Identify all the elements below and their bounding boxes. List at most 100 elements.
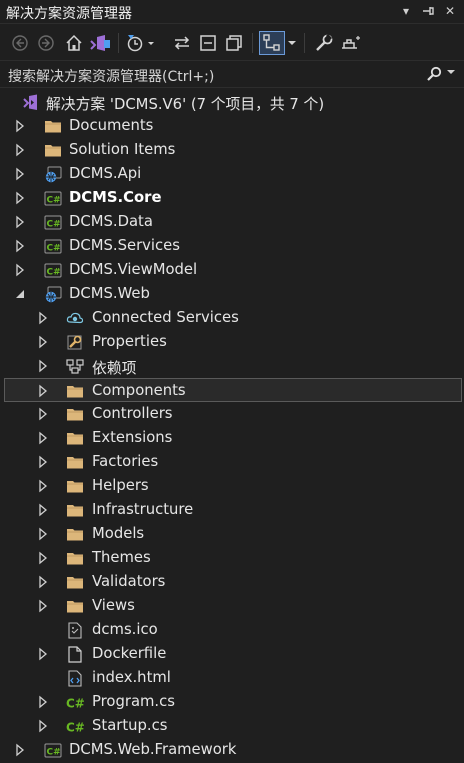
collapsed-arrow-icon[interactable] bbox=[37, 647, 49, 661]
tree-row-dcms-ico[interactable]: dcms.ico bbox=[0, 618, 464, 642]
svg-text:C#: C# bbox=[66, 697, 85, 711]
settings-icon[interactable] bbox=[338, 31, 364, 55]
tree-item-label: Dockerfile bbox=[92, 645, 167, 662]
search-icon[interactable] bbox=[426, 66, 442, 82]
collapsed-arrow-icon[interactable] bbox=[14, 263, 26, 277]
tree-row-dcms-services[interactable]: C# DCMS.Services bbox=[0, 234, 464, 258]
pin-icon[interactable] bbox=[420, 2, 436, 20]
tree-row-properties[interactable]: Properties bbox=[0, 330, 464, 354]
sync-with-document-icon[interactable] bbox=[170, 31, 194, 55]
tree-row-dcms-web[interactable]: DCMS.Web bbox=[0, 282, 464, 306]
tree-row-依赖项[interactable]: 依赖项 bbox=[0, 354, 464, 378]
tree-item-label: Properties bbox=[92, 333, 167, 350]
tree-row-dcms-api[interactable]: DCMS.Api bbox=[0, 162, 464, 186]
collapsed-arrow-icon[interactable] bbox=[14, 143, 26, 157]
close-icon[interactable]: ✕ bbox=[442, 2, 458, 20]
tree-row-controllers[interactable]: Controllers bbox=[0, 402, 464, 426]
folder-icon bbox=[66, 478, 84, 495]
collapsed-arrow-icon[interactable] bbox=[37, 407, 49, 421]
tree-row-program-cs[interactable]: C# Program.cs bbox=[0, 690, 464, 714]
show-all-files-icon[interactable] bbox=[222, 31, 246, 55]
search-bar[interactable]: 搜索解决方案资源管理器(Ctrl+;) bbox=[0, 62, 464, 88]
tree-item-label: DCMS.Data bbox=[69, 213, 153, 230]
collapsed-arrow-icon[interactable] bbox=[37, 527, 49, 541]
tree-item-label: Connected Services bbox=[92, 309, 239, 326]
tree-row-validators[interactable]: Validators bbox=[0, 570, 464, 594]
tree-row-dcms-web-framework[interactable]: C# DCMS.Web.Framework bbox=[0, 738, 464, 762]
folder-icon bbox=[66, 406, 84, 423]
tree-row-documents[interactable]: Documents bbox=[0, 114, 464, 138]
collapsed-arrow-icon[interactable] bbox=[14, 743, 26, 757]
tree-row-infrastructure[interactable]: Infrastructure bbox=[0, 498, 464, 522]
svg-text:C#: C# bbox=[47, 244, 61, 254]
collapsed-arrow-icon[interactable] bbox=[37, 335, 49, 349]
tree-row-connected-services[interactable]: Connected Services bbox=[0, 306, 464, 330]
tree-item-label: Extensions bbox=[92, 429, 173, 446]
tree-row-dockerfile[interactable]: Dockerfile bbox=[0, 642, 464, 666]
csharp-file-icon: C# bbox=[66, 694, 85, 711]
tree-item-label: DCMS.Services bbox=[69, 237, 180, 254]
tree-row-dcms-data[interactable]: C# DCMS.Data bbox=[0, 210, 464, 234]
tree-item-label: Helpers bbox=[92, 477, 149, 494]
tree-row-dcms-viewmodel[interactable]: C# DCMS.ViewModel bbox=[0, 258, 464, 282]
collapsed-arrow-icon[interactable] bbox=[14, 239, 26, 253]
forward-icon[interactable] bbox=[34, 31, 58, 55]
tree-row-dcms-core[interactable]: C# DCMS.Core bbox=[0, 186, 464, 210]
collapsed-arrow-icon[interactable] bbox=[37, 384, 49, 398]
window-dropdown-icon[interactable]: ▾ bbox=[398, 2, 414, 20]
collapsed-arrow-icon[interactable] bbox=[37, 455, 49, 469]
folder-icon bbox=[66, 454, 84, 471]
tree-item-label: DCMS.ViewModel bbox=[69, 261, 198, 278]
back-icon[interactable] bbox=[8, 31, 32, 55]
tree-item-label: Solution Items bbox=[69, 141, 176, 158]
csharp-project-icon: C# bbox=[44, 262, 62, 279]
tree-row-models[interactable]: Models bbox=[0, 522, 464, 546]
tree-item-label: DCMS.Web bbox=[69, 285, 150, 302]
web-project-icon bbox=[44, 286, 62, 303]
collapsed-arrow-icon[interactable] bbox=[37, 575, 49, 589]
tree-row-index-html[interactable]: index.html bbox=[0, 666, 464, 690]
tree-row-factories[interactable]: Factories bbox=[0, 450, 464, 474]
collapsed-arrow-icon[interactable] bbox=[37, 503, 49, 517]
collapse-all-icon[interactable] bbox=[196, 31, 220, 55]
tree-row-views[interactable]: Views bbox=[0, 594, 464, 618]
expanded-arrow-icon[interactable] bbox=[14, 287, 26, 301]
vs-switch-view-icon[interactable] bbox=[88, 31, 112, 55]
collapsed-arrow-icon[interactable] bbox=[37, 719, 49, 733]
preview-dropdown-icon[interactable] bbox=[286, 31, 298, 55]
collapsed-arrow-icon[interactable] bbox=[37, 359, 49, 373]
tree-row-startup-cs[interactable]: C# Startup.cs bbox=[0, 714, 464, 738]
dependencies-icon bbox=[66, 358, 84, 375]
tree-row-solution-items[interactable]: Solution Items bbox=[0, 138, 464, 162]
search-options-dropdown-icon[interactable] bbox=[446, 67, 458, 81]
collapsed-arrow-icon[interactable] bbox=[37, 599, 49, 613]
collapsed-arrow-icon[interactable] bbox=[37, 479, 49, 493]
panel-title-bar: 解决方案资源管理器 ▾ ✕ bbox=[0, 0, 464, 24]
svg-text:C#: C# bbox=[47, 268, 61, 278]
tree-item-label: DCMS.Core bbox=[69, 189, 162, 206]
folder-icon bbox=[66, 502, 84, 519]
tree-row-solution[interactable]: 解决方案 'DCMS.V6' (7 个项目，共 7 个) bbox=[0, 90, 464, 114]
connected-services-icon bbox=[66, 310, 84, 327]
collapsed-arrow-icon[interactable] bbox=[37, 431, 49, 445]
collapsed-arrow-icon[interactable] bbox=[37, 695, 49, 709]
tree-row-extensions[interactable]: Extensions bbox=[0, 426, 464, 450]
pending-changes-filter-icon[interactable] bbox=[124, 31, 158, 55]
ico-file-icon bbox=[66, 622, 84, 639]
tree-row-helpers[interactable]: Helpers bbox=[0, 474, 464, 498]
tree-item-label: DCMS.Api bbox=[69, 165, 142, 182]
collapsed-arrow-icon[interactable] bbox=[14, 167, 26, 181]
collapsed-arrow-icon[interactable] bbox=[37, 311, 49, 325]
tree-row-themes[interactable]: Themes bbox=[0, 546, 464, 570]
tree-row-components[interactable]: Components bbox=[4, 378, 462, 402]
csharp-project-icon: C# bbox=[44, 190, 62, 207]
collapsed-arrow-icon[interactable] bbox=[14, 191, 26, 205]
collapsed-arrow-icon[interactable] bbox=[14, 215, 26, 229]
collapsed-arrow-icon[interactable] bbox=[37, 551, 49, 565]
search-input[interactable]: 搜索解决方案资源管理器(Ctrl+;) bbox=[8, 66, 214, 86]
properties-wrench-icon[interactable] bbox=[312, 31, 336, 55]
collapsed-arrow-icon[interactable] bbox=[14, 119, 26, 133]
preview-selected-items-icon[interactable] bbox=[259, 31, 285, 55]
tree-item-label: index.html bbox=[92, 669, 171, 686]
home-icon[interactable] bbox=[62, 31, 86, 55]
